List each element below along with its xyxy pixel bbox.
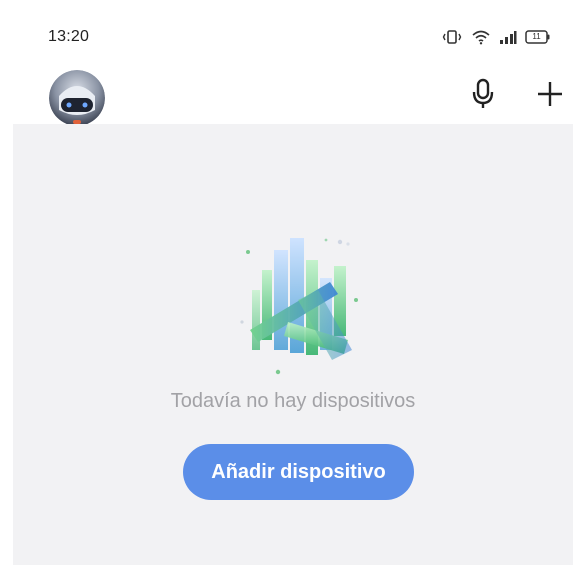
add-device-button[interactable]: Añadir dispositivo xyxy=(183,444,414,500)
plus-icon xyxy=(535,79,565,114)
microphone-icon xyxy=(471,78,495,115)
status-bar: 13:20 11 xyxy=(13,8,573,58)
cellular-signal-icon xyxy=(499,29,517,45)
wifi-icon xyxy=(471,29,491,45)
app-screen: 13:20 11 Todavía no hay dispositivos Aña… xyxy=(13,8,573,565)
empty-state-message: Todavía no hay dispositivos xyxy=(170,390,416,412)
battery-level: 11 xyxy=(532,32,541,41)
app-header xyxy=(13,58,573,126)
vibrate-icon xyxy=(441,29,463,45)
device-list-area: Todavía no hay dispositivos Añadir dispo… xyxy=(13,124,573,565)
microphone-button[interactable] xyxy=(468,78,498,114)
robot-avatar-icon[interactable] xyxy=(49,70,105,126)
status-icons: 11 xyxy=(441,26,551,48)
add-button[interactable] xyxy=(533,78,567,114)
battery-icon: 11 xyxy=(525,29,551,45)
smart-home-buildings-illustration xyxy=(228,230,368,380)
status-time: 13:20 xyxy=(48,28,90,45)
